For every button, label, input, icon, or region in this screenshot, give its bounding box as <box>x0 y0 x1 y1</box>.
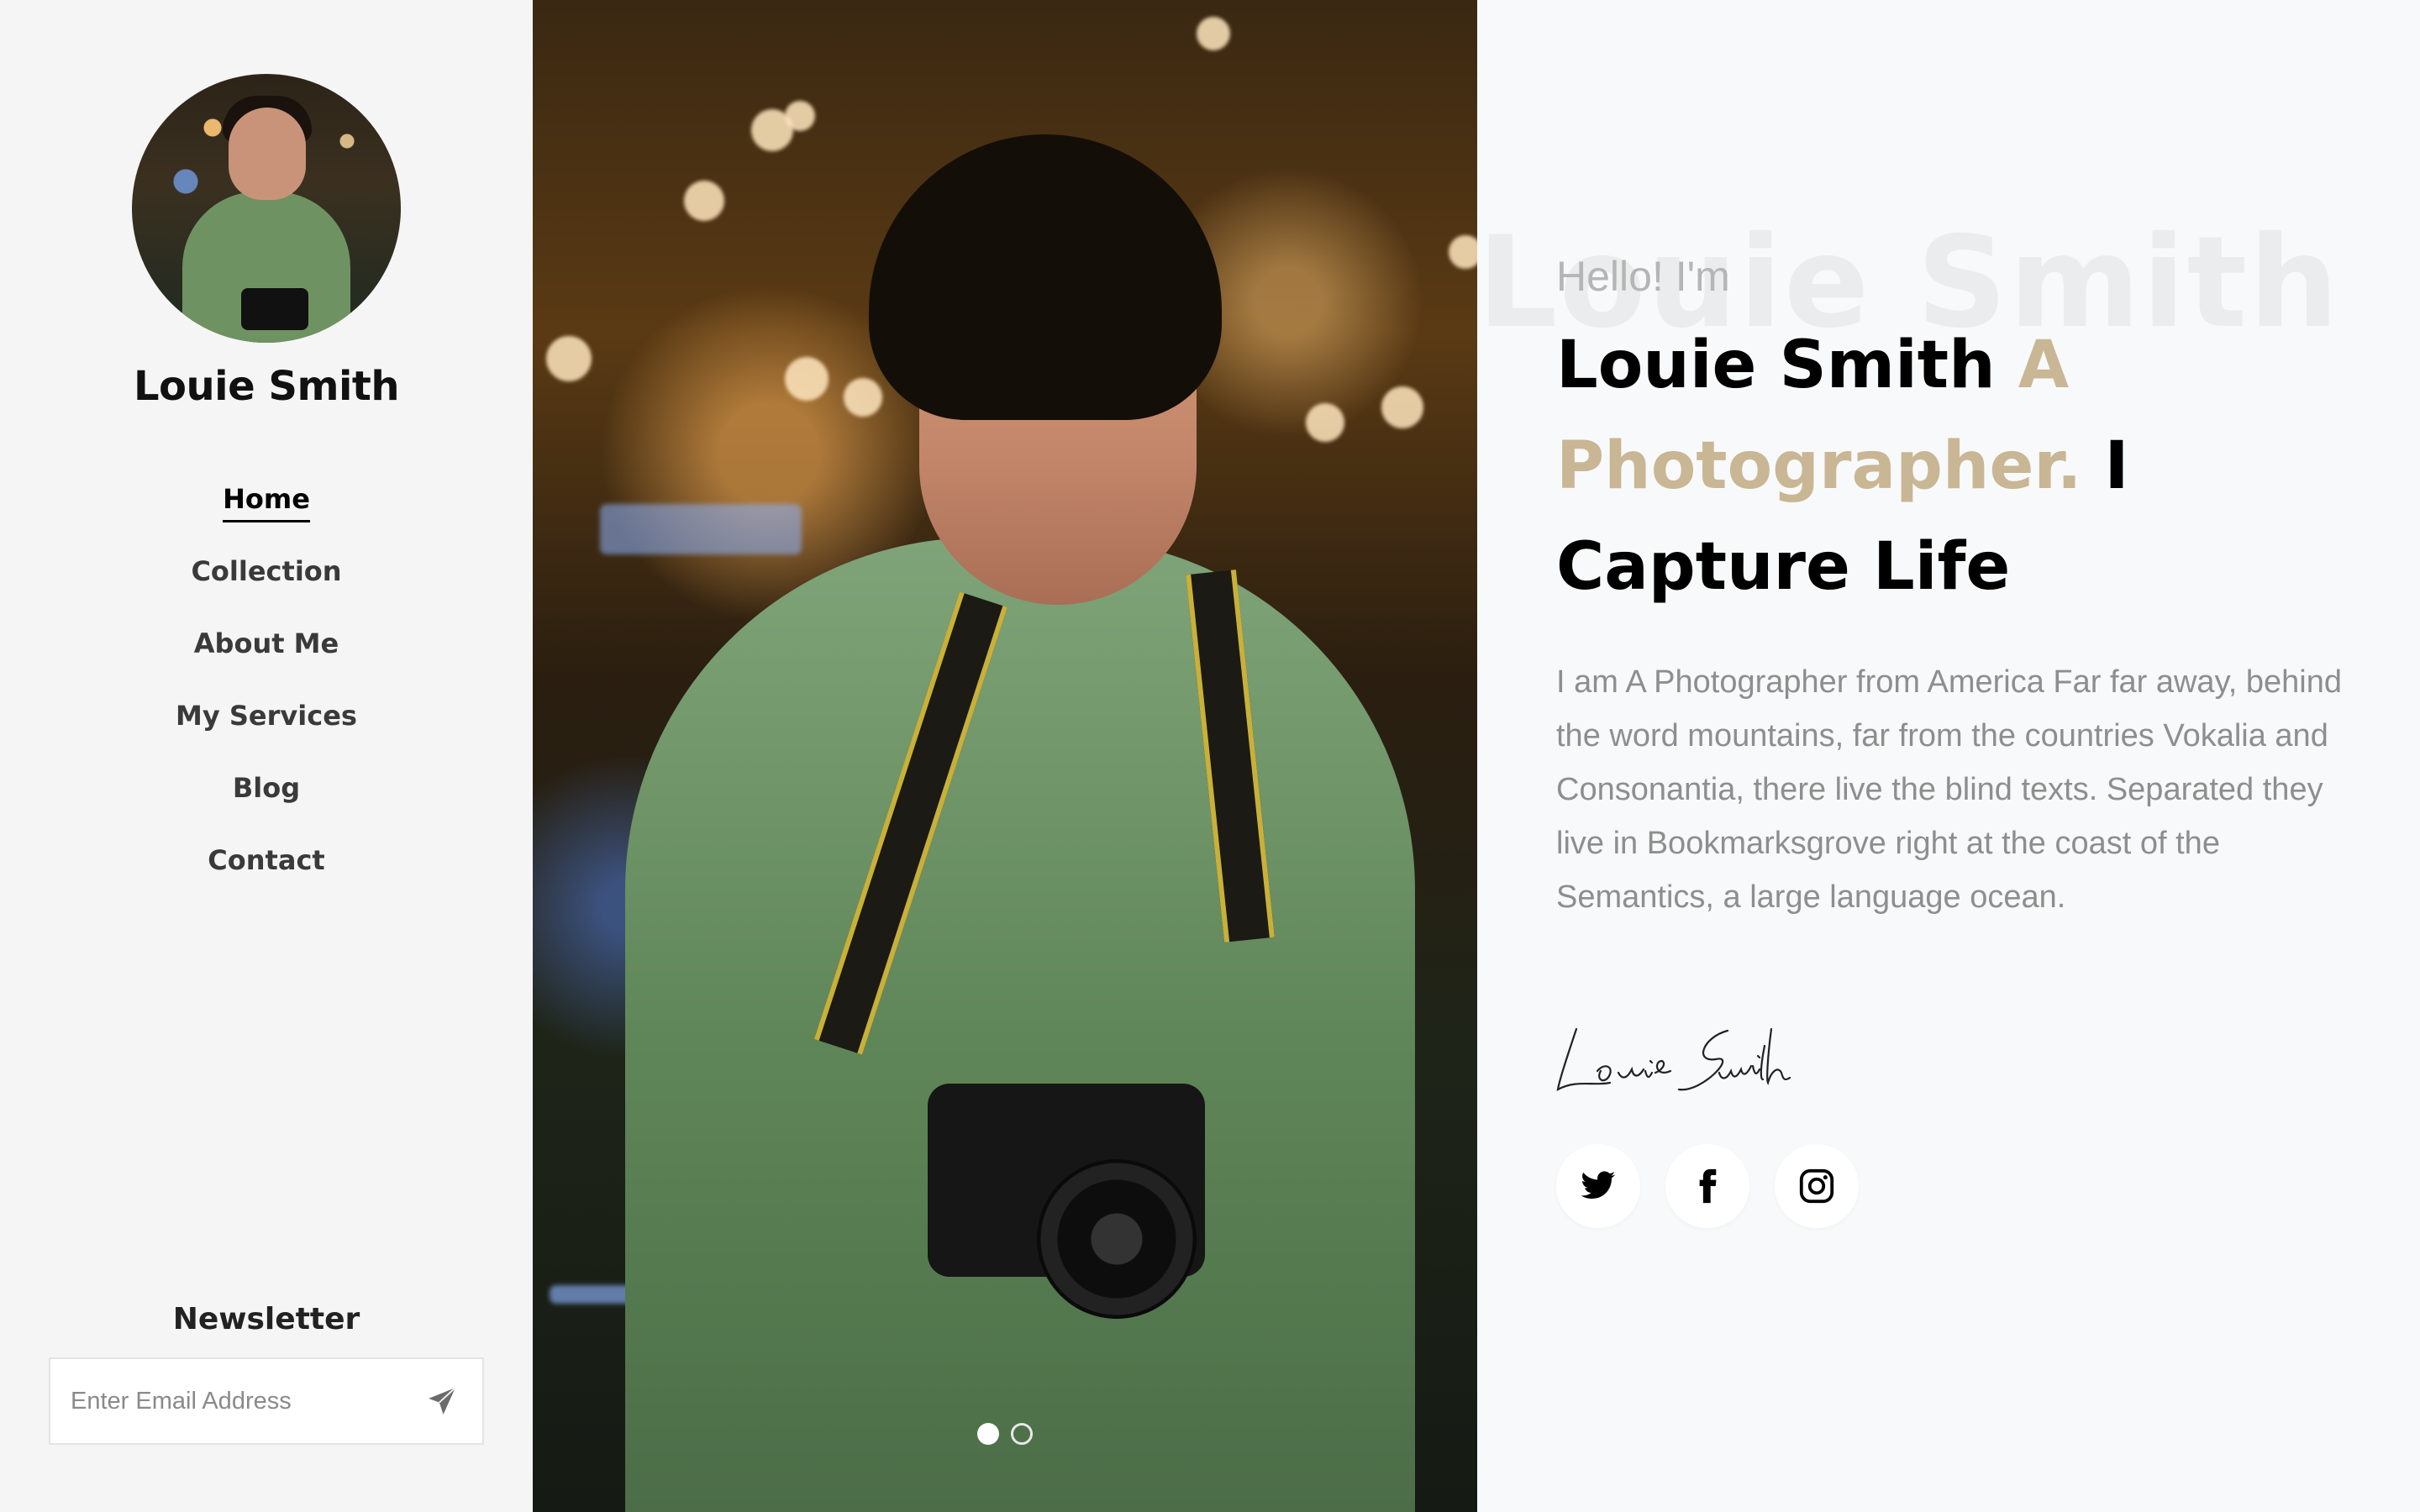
instagram-icon <box>1799 1168 1834 1204</box>
nav-item-home[interactable]: Home <box>223 483 310 522</box>
avatar <box>132 74 401 343</box>
signature <box>1556 1027 1791 1092</box>
hero-photo <box>533 0 1477 1512</box>
newsletter-submit-button[interactable] <box>402 1359 482 1443</box>
greeting: Hello! I'm <box>1556 253 1730 300</box>
facebook-button[interactable] <box>1665 1144 1749 1228</box>
sidebar: Louie Smith Home Collection About Me My … <box>0 0 533 1512</box>
newsletter-email-input[interactable] <box>50 1359 402 1443</box>
slider-dot-1[interactable] <box>977 1423 999 1445</box>
nav-item-about-me[interactable]: About Me <box>194 627 339 664</box>
bio-text: I am A Photographer from America Far far… <box>1556 664 2342 915</box>
nav-item-contact[interactable]: Contact <box>208 844 324 881</box>
paper-plane-icon <box>429 1387 456 1415</box>
headline: Louie Smith A Photographer. I Capture Li… <box>1556 315 2312 617</box>
slider-dots <box>533 1423 1477 1445</box>
twitter-icon <box>1581 1171 1616 1200</box>
nav-item-my-services[interactable]: My Services <box>176 700 357 737</box>
nav-item-blog[interactable]: Blog <box>233 772 300 809</box>
profile-name: Louie Smith <box>133 363 400 410</box>
twitter-button[interactable] <box>1556 1144 1640 1228</box>
main-nav: Home Collection About Me My Services Blo… <box>0 483 533 916</box>
nav-item-collection[interactable]: Collection <box>191 555 341 592</box>
headline-name: Louie Smith <box>1556 328 1996 403</box>
newsletter-form <box>49 1357 484 1445</box>
slider-dot-2[interactable] <box>1011 1423 1033 1445</box>
newsletter-title: Newsletter <box>172 1302 360 1336</box>
facebook-icon <box>1699 1168 1717 1204</box>
instagram-button[interactable] <box>1775 1144 1859 1228</box>
social-links <box>1556 1144 1859 1228</box>
